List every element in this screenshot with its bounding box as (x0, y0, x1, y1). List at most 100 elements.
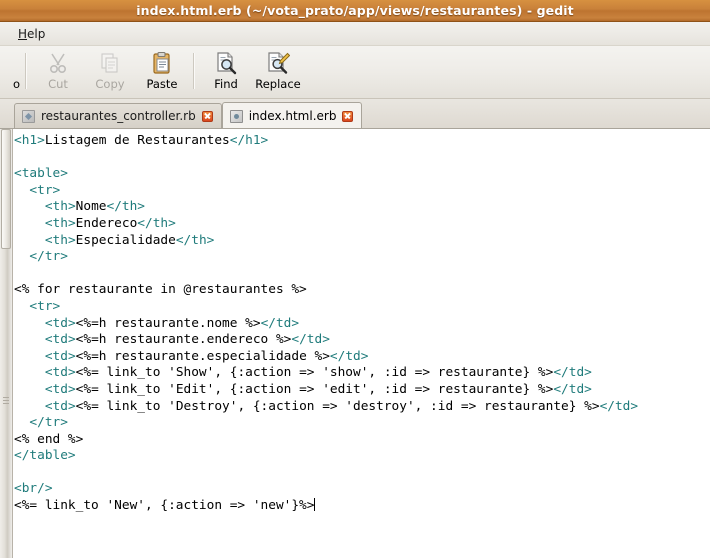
toolbar-clipped-redo-button[interactable]: o (0, 46, 20, 97)
tab-label: restaurantes_controller.rb (41, 109, 196, 123)
menu-help-mnemonic: H (18, 26, 28, 41)
code-line: </table> (14, 448, 710, 465)
code-line: <td><%= link_to 'Edit', {:action => 'edi… (14, 382, 710, 399)
code-token-text: <%= link_to 'Edit', {:action => 'edit', … (75, 381, 554, 397)
find-label: Find (214, 77, 238, 91)
background-window-scrollbar[interactable] (0, 129, 13, 558)
code-token-tag: </table> (14, 448, 76, 464)
tab-index-html-erb[interactable]: index.html.erb (221, 102, 363, 128)
code-token-text: Nome (75, 199, 107, 215)
window-titlebar: index.html.erb (~/vota_prato/app/views/r… (0, 0, 710, 22)
copy-icon (98, 51, 122, 75)
menu-help-rest: elp (27, 26, 46, 41)
code-token-text: <%=h restaurante.nome %> (75, 315, 261, 331)
toolbar-clipped-label: o (12, 77, 20, 91)
code-line: <th>Endereco</th> (14, 216, 710, 233)
close-icon[interactable] (201, 110, 213, 122)
replace-button[interactable]: Replace (252, 46, 304, 97)
replace-label: Replace (255, 77, 301, 91)
scrollbar-thumb[interactable] (1, 129, 11, 249)
code-line: <% end %> (14, 432, 710, 449)
code-token-text: <%=h restaurante.especialidade %> (75, 348, 330, 364)
close-icon[interactable] (342, 110, 354, 122)
find-button[interactable]: Find (200, 46, 252, 97)
code-token-tag: <tr> (29, 182, 61, 198)
html-file-icon (229, 109, 243, 123)
code-line: <h1>Listagem de Restaurantes</h1> (14, 133, 710, 150)
scissors-icon (46, 51, 70, 75)
code-line: </tr> (14, 415, 710, 432)
paste-label: Paste (146, 77, 178, 91)
code-token-tag: <th> (44, 215, 76, 231)
code-line: <%= link_to 'New', {:action => 'new'}%> (14, 498, 710, 515)
code-token-tag: <td> (44, 398, 76, 414)
code-line: <td><%= link_to 'Destroy', {:action => '… (14, 399, 710, 416)
tab-restaurantes-controller-rb[interactable]: restaurantes_controller.rb (14, 103, 222, 128)
code-token-tag: </td> (599, 398, 639, 414)
toolbar-separator-2 (193, 53, 195, 89)
code-token-tag: </td> (260, 315, 300, 331)
paste-button[interactable]: Paste (136, 46, 188, 97)
code-token-tag: <td> (44, 332, 76, 348)
code-line: <td><%=h restaurante.endereco %></td> (14, 332, 710, 349)
copy-label: Copy (95, 77, 125, 91)
document-tabbar: restaurantes_controller.rb index.html.er… (0, 99, 710, 129)
code-token-tag: <td> (44, 348, 76, 364)
code-token-text: Listagem de Restaurantes (44, 133, 230, 148)
code-line: <td><%= link_to 'Show', {:action => 'sho… (14, 365, 710, 382)
copy-button[interactable]: Copy (84, 46, 136, 97)
code-line: <th>Especialidade</th> (14, 233, 710, 250)
code-line: <td><%=h restaurante.especialidade %></t… (14, 349, 710, 366)
code-line: <tr> (14, 299, 710, 316)
code-token-tag: </h1> (229, 133, 269, 148)
code-token-tag: <td> (44, 315, 76, 331)
scrollbar-grip (3, 397, 9, 404)
code-token-tag: </th> (106, 199, 146, 215)
code-token-text: Especialidade (75, 232, 176, 248)
code-token-tag: <th> (44, 232, 76, 248)
clipboard-icon (150, 51, 174, 75)
code-token-tag: <td> (44, 365, 76, 381)
code-line: </tr> (14, 249, 710, 266)
code-token-tag: </tr> (29, 249, 68, 265)
find-icon (214, 51, 238, 75)
text-cursor (314, 498, 316, 512)
code-token-tag: </tr> (29, 415, 68, 431)
code-line: <tr> (14, 183, 710, 200)
editor-area[interactable]: <h1>Listagem de Restaurantes</h1> <table… (0, 129, 710, 558)
code-token-tag: <table> (14, 166, 68, 182)
code-token-tag: <h1> (14, 133, 45, 148)
code-line: <table> (14, 166, 710, 183)
toolbar-separator-1 (25, 53, 27, 89)
code-line: <td><%=h restaurante.nome %></td> (14, 316, 710, 333)
code-token-tag: </td> (553, 381, 592, 397)
code-token-text: <%=h restaurante.endereco %> (75, 332, 292, 348)
cut-button[interactable]: Cut (32, 46, 84, 97)
code-token-tag: <br/> (14, 481, 53, 497)
code-line: <% for restaurante in @restaurantes %> (14, 282, 710, 299)
code-token-tag: </th> (137, 215, 176, 231)
code-token-text: <% end %> (14, 431, 84, 447)
menu-item-help[interactable]: Help (12, 25, 51, 43)
ruby-file-icon (22, 109, 35, 123)
code-token-tag: </th> (175, 232, 215, 248)
code-token-tag: </td> (553, 365, 592, 381)
source-code-text[interactable]: <h1>Listagem de Restaurantes</h1> <table… (14, 133, 710, 515)
code-token-tag: </td> (291, 332, 330, 348)
code-token-text: <% for restaurante in @restaurantes %> (14, 282, 307, 298)
code-token-tag: <td> (44, 381, 76, 397)
toolbar: o Cut Copy Paste Find Replace (0, 46, 710, 99)
code-token-text: <%= link_to 'Destroy', {:action => 'dest… (75, 398, 600, 414)
